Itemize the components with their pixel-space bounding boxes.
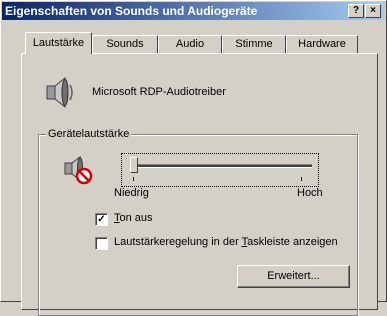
slider-tick-min [133, 177, 134, 181]
volume-slider[interactable] [121, 153, 319, 187]
mute-label: Ton aus [114, 212, 153, 224]
mute-checkbox[interactable]: ✓ [95, 213, 108, 226]
device-name: Microsoft RDP-Audiotreiber [92, 86, 226, 98]
slider-thumb[interactable] [130, 157, 138, 173]
tab-audio[interactable]: Audio [158, 35, 222, 53]
speaker-muted-icon [64, 156, 93, 185]
tab-label: Sounds [106, 38, 144, 50]
tab-stimme[interactable]: Stimme [222, 35, 286, 53]
slider-max-label: Hoch [297, 187, 323, 199]
help-button[interactable]: ? [348, 4, 364, 18]
tab-hardware[interactable]: Hardware [286, 35, 358, 53]
taskbar-checkbox[interactable] [95, 237, 108, 250]
advanced-button[interactable]: Erweitert... [237, 265, 350, 288]
slider-track [132, 164, 312, 168]
group-label: Gerätelautstärke [46, 128, 132, 140]
slider-min-label: Niedrig [114, 187, 149, 199]
tab-lautstaerke[interactable]: Lautstärke [25, 32, 92, 54]
advanced-button-label: Erweitert... [267, 270, 320, 282]
tab-label: Hardware [298, 38, 346, 50]
close-button[interactable]: × [365, 4, 381, 18]
title-bar[interactable]: Eigenschaften von Sounds und Audiogeräte… [2, 2, 385, 20]
tab-sounds[interactable]: Sounds [92, 35, 158, 53]
slider-tick-max [301, 177, 302, 181]
device-volume-group: Gerätelautstärke Niedrig Hoch ✓ Ton aus [38, 128, 358, 316]
tab-label: Audio [175, 38, 205, 50]
speaker-icon [46, 76, 73, 109]
tab-label: Lautstärke [32, 37, 85, 49]
tab-label: Stimme [235, 38, 273, 50]
properties-window: Eigenschaften von Sounds und Audiogeräte… [0, 0, 387, 316]
tab-panel-lautstaerke: Microsoft RDP-Audiotreiber Gerätelautstä… [21, 53, 378, 316]
window-title: Eigenschaften von Sounds und Audiogeräte [5, 4, 258, 18]
taskbar-label: Lautstärkeregelung in der Taskleiste anz… [114, 236, 338, 248]
